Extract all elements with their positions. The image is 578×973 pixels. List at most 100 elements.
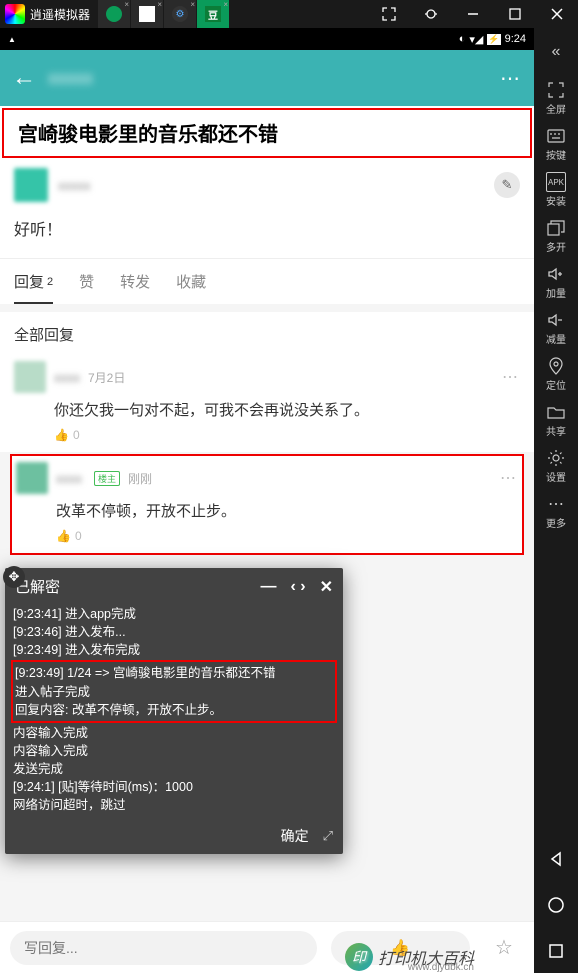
folder-icon <box>546 402 566 422</box>
reply-like-button[interactable]: 👍0 <box>16 529 518 543</box>
console-drag-handle[interactable]: ✥ <box>3 566 25 588</box>
post-title: 宫崎骏电影里的音乐都还不错 <box>2 108 532 158</box>
reply-more-icon[interactable]: ⋯ <box>502 367 520 387</box>
sidebar-volume-up[interactable]: 加量 <box>534 260 578 304</box>
reply-more-icon[interactable]: ⋯ <box>500 468 518 488</box>
sidebar-share[interactable]: 共享 <box>534 398 578 442</box>
emulator-title: 逍遥模拟器 <box>30 6 90 23</box>
edit-icon[interactable]: ✎ <box>494 172 520 198</box>
tab-close-icon[interactable]: × <box>190 0 195 9</box>
sidebar-install-apk[interactable]: APK安装 <box>534 168 578 212</box>
status-time: 9:24 <box>505 33 526 45</box>
header-title: xxxxx <box>48 68 500 89</box>
apk-icon: APK <box>546 172 566 192</box>
console-line: 进入帖子完成 <box>15 683 333 701</box>
console-footer: 确定 ⤢ <box>5 818 343 854</box>
sidebar-more[interactable]: ⋯更多 <box>534 490 578 534</box>
gear-icon <box>546 448 566 468</box>
reply-time: 刚刚 <box>128 470 152 487</box>
minimize-icon[interactable] <box>452 0 494 28</box>
volume-down-icon <box>546 310 566 330</box>
reply-avatar[interactable] <box>16 462 48 494</box>
sidebar-keymap[interactable]: 按键 <box>534 122 578 166</box>
emu-tab-2[interactable]: × <box>131 0 163 28</box>
emulator-sidebar: « 全屏 按键 APK安装 多开 加量 减量 定位 共享 设置 ⋯更多 <box>534 28 578 973</box>
battery-icon: ⚡ <box>487 34 500 45</box>
tab-icon-2 <box>139 6 155 22</box>
tab-close-icon[interactable]: × <box>124 0 129 9</box>
console-line: 内容输入完成 <box>13 742 335 760</box>
more-dots-icon: ⋯ <box>546 494 566 514</box>
emulator-system-buttons <box>368 0 578 28</box>
console-resize-icon[interactable]: ‹ › <box>290 578 305 596</box>
console-close-icon[interactable]: ✕ <box>320 577 333 597</box>
reply-like-button[interactable]: 👍0 <box>14 428 520 442</box>
emu-tab-1[interactable]: × <box>98 0 130 28</box>
location-pin-icon <box>546 356 566 376</box>
header-more-icon[interactable]: ⋯ <box>500 66 522 91</box>
watermark-url: www.djydbk.cn <box>408 962 474 973</box>
status-dropdown-icon: ◐ <box>459 33 466 45</box>
console-highlight-block: [9:23:49] 1/24 => 宫崎骏电影里的音乐都还不错 进入帖子完成 回… <box>11 660 337 722</box>
thumbs-up-icon: 👍 <box>54 428 69 442</box>
maximize-icon[interactable] <box>494 0 536 28</box>
sidebar-fullscreen[interactable]: 全屏 <box>534 76 578 120</box>
tab-favorite[interactable]: 收藏 <box>176 271 206 292</box>
emu-tab-4[interactable]: 豆× <box>197 0 229 28</box>
volume-up-icon <box>546 264 566 284</box>
console-header: 已解密 — ‹ › ✕ <box>5 568 343 605</box>
emulator-titlebar: 逍遥模拟器 × × ⚙× 豆× <box>0 0 578 28</box>
sidebar-location[interactable]: 定位 <box>534 352 578 396</box>
reply-avatar[interactable] <box>14 361 46 393</box>
android-home-button[interactable] <box>534 883 578 927</box>
sidebar-multi-instance[interactable]: 多开 <box>534 214 578 258</box>
author-avatar[interactable] <box>14 168 48 202</box>
reply-header: xxxx 7月2日 ⋯ <box>14 361 520 393</box>
console-line: 网络访问超时，跳过 <box>13 796 335 814</box>
emu-tab-3[interactable]: ⚙× <box>164 0 196 28</box>
console-line: [9:24:1] [贴]等待时间(ms)：1000 <box>13 778 335 796</box>
thumbs-up-icon: 👍 <box>56 529 71 543</box>
console-line: 发送完成 <box>13 760 335 778</box>
interaction-tabs: 回复2 赞 转发 收藏 <box>0 258 534 304</box>
app-header: ← xxxxx ⋯ <box>0 50 534 106</box>
debug-console: ✥ 已解密 — ‹ › ✕ [9:23:41] 进入app完成 [9:23:46… <box>5 568 343 854</box>
post-author-row: xxxxx ✎ <box>0 160 534 210</box>
fullscreen-toggle-icon[interactable] <box>368 0 410 28</box>
tab-close-icon[interactable]: × <box>223 0 228 9</box>
status-indicator-icon: ▲ <box>8 35 16 44</box>
post-area: 宫崎骏电影里的音乐都还不错 xxxxx ✎ 好听！ <box>0 106 534 258</box>
tab-icon-360 <box>106 6 122 22</box>
console-line: [9:23:41] 进入app完成 <box>13 605 335 623</box>
reply-body: 你还欠我一句对不起，可我不会再说没关系了。 <box>14 399 520 420</box>
star-icon: ☆ <box>495 935 513 960</box>
reply-username[interactable]: xxxx <box>56 471 82 486</box>
pin-icon[interactable] <box>410 0 452 28</box>
console-minimize-icon[interactable]: — <box>260 578 276 596</box>
sidebar-volume-down[interactable]: 减量 <box>534 306 578 350</box>
emulator-logo-icon <box>5 4 25 24</box>
tab-repost[interactable]: 转发 <box>120 271 150 292</box>
close-icon[interactable] <box>536 0 578 28</box>
author-name[interactable]: xxxxx <box>58 178 494 193</box>
console-ok-button[interactable]: 确定 <box>281 826 309 846</box>
console-resize-grip-icon[interactable]: ⤢ <box>323 828 333 844</box>
console-line: [9:23:46] 进入发布... <box>13 623 335 641</box>
tab-reply[interactable]: 回复2 <box>14 259 53 304</box>
bottom-favorite-button[interactable]: ☆ <box>484 935 524 960</box>
tab-gear-icon: ⚙ <box>172 6 188 22</box>
reply-input[interactable] <box>10 931 317 965</box>
reply-username[interactable]: xxxx <box>54 370 80 385</box>
tab-like[interactable]: 赞 <box>79 271 94 292</box>
keyboard-icon <box>546 126 566 146</box>
android-recents-button[interactable] <box>534 929 578 973</box>
android-back-button[interactable] <box>534 837 578 881</box>
sidebar-settings[interactable]: 设置 <box>534 444 578 488</box>
console-body: [9:23:41] 进入app完成 [9:23:46] 进入发布... [9:2… <box>5 605 343 818</box>
wifi-icon: ▾◢ <box>469 33 483 46</box>
reply-count: 2 <box>47 276 53 288</box>
sidebar-expand[interactable]: « <box>534 30 578 74</box>
back-icon[interactable]: ← <box>12 64 36 92</box>
tab-douban-icon: 豆 <box>205 6 221 22</box>
tab-close-icon[interactable]: × <box>157 0 162 9</box>
